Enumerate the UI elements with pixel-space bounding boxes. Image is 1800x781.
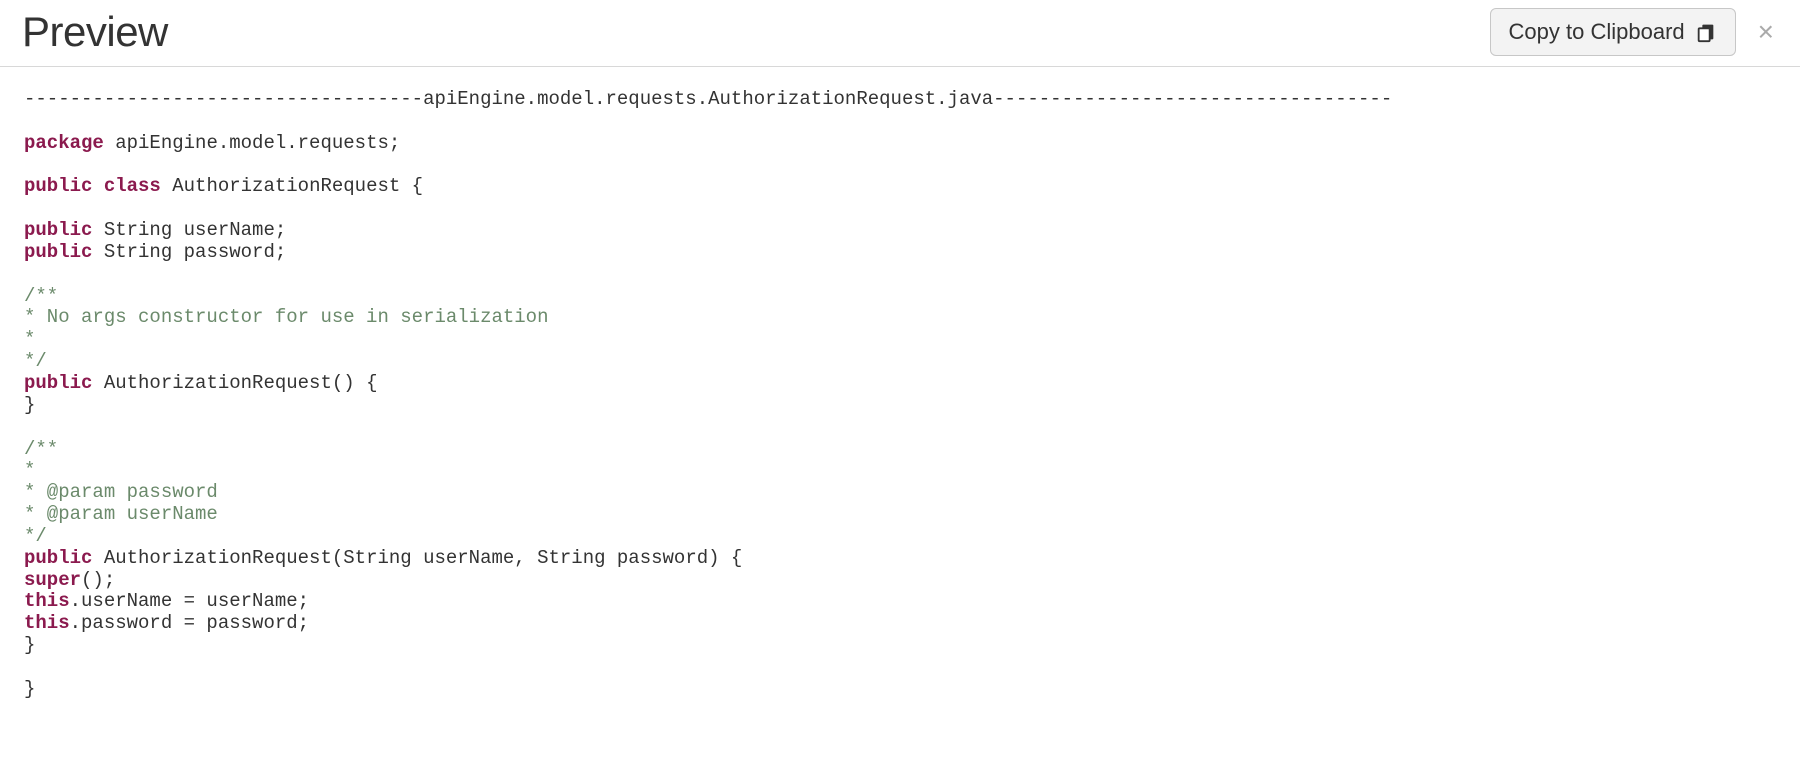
comment-line: * [24,459,35,481]
field-username: String userName; [92,219,286,241]
comment-line: * @param userName [24,503,218,525]
comment-line: * @param password [24,481,218,503]
comment-line: * No args constructor for use in seriali… [24,306,549,328]
comment-line: */ [24,525,47,547]
brace-close: } [24,634,35,656]
package-stmt: apiEngine.model.requests; [104,132,400,154]
keyword-public: public [24,175,92,197]
keyword-class: class [104,175,161,197]
dialog-title: Preview [22,8,168,56]
assign-username: .userName = userName; [70,590,309,612]
keyword-public: public [24,547,92,569]
header-controls: Copy to Clipboard × [1490,8,1778,56]
comment-line: * [24,328,35,350]
dialog-header: Preview Copy to Clipboard × [0,0,1800,67]
keyword-public: public [24,219,92,241]
keyword-public: public [24,241,92,263]
comment-line: */ [24,350,47,372]
super-call: (); [81,569,115,591]
keyword-super: super [24,569,81,591]
copy-button-label: Copy to Clipboard [1509,19,1685,45]
close-icon[interactable]: × [1754,16,1778,48]
copy-to-clipboard-button[interactable]: Copy to Clipboard [1490,8,1736,56]
class-decl: AuthorizationRequest { [161,175,423,197]
ctor-args: AuthorizationRequest(String userName, St… [92,547,742,569]
brace-close: } [24,678,35,700]
code-preview: -----------------------------------apiEn… [0,67,1800,723]
comment-line: /** [24,438,58,460]
ctor-noargs: AuthorizationRequest() { [92,372,377,394]
keyword-this: this [24,590,70,612]
comment-line: /** [24,285,58,307]
file-separator: -----------------------------------apiEn… [24,88,1392,110]
clipboard-icon [1695,21,1717,43]
keyword-public: public [24,372,92,394]
field-password: String password; [92,241,286,263]
brace-close: } [24,394,35,416]
assign-password: .password = password; [70,612,309,634]
keyword-package: package [24,132,104,154]
keyword-this: this [24,612,70,634]
